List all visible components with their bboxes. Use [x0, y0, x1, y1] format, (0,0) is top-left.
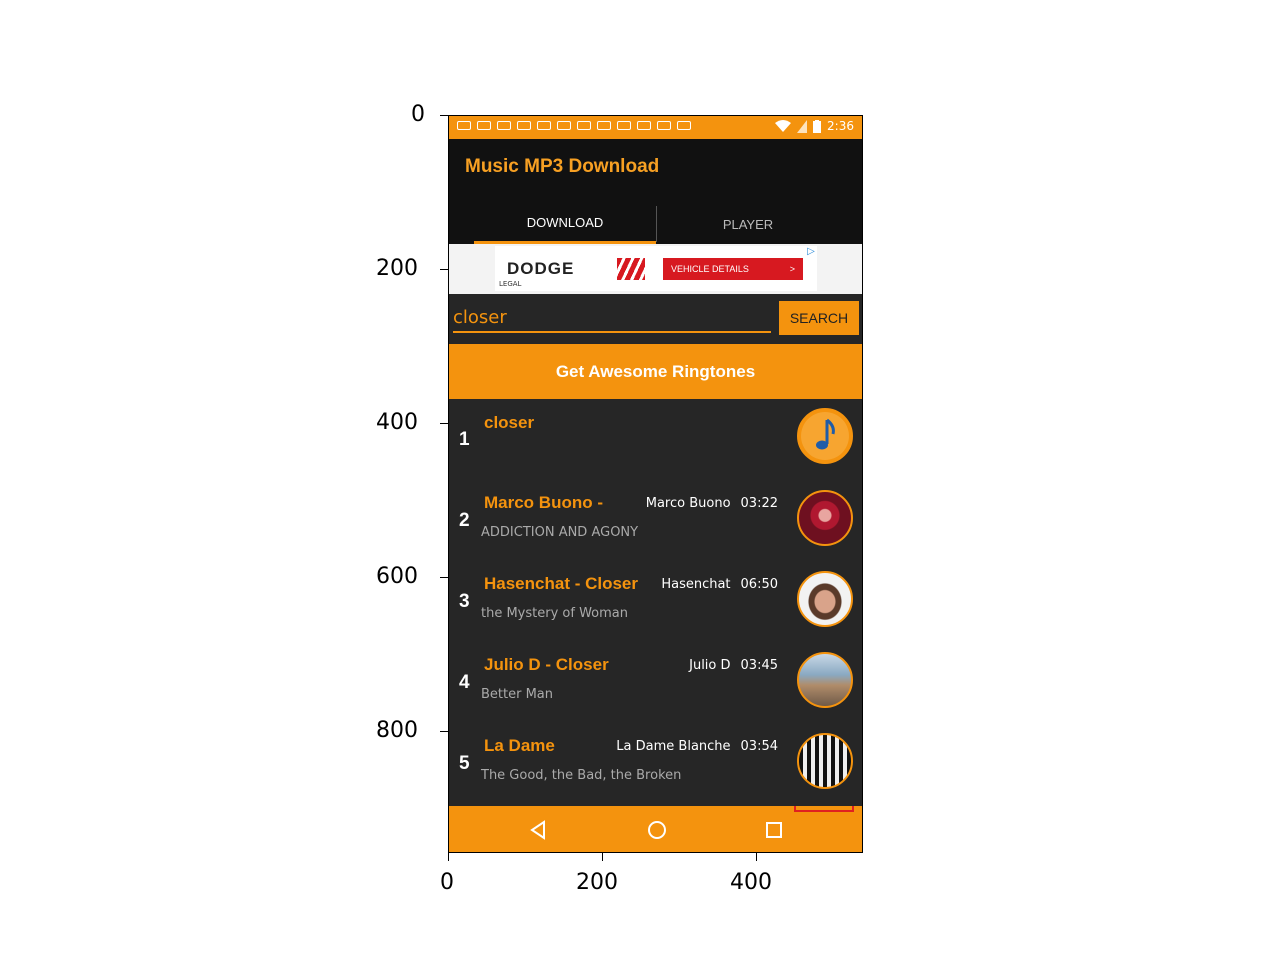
album-art-thumbnail [797, 733, 853, 789]
search-bar: SEARCH [449, 294, 862, 344]
album-art-thumbnail [797, 571, 853, 627]
y-tick-200 [440, 269, 448, 270]
item-album: The Good, the Bad, the Broken [481, 768, 682, 783]
y-tick-label: 600 [376, 564, 418, 589]
ad-choices-icon[interactable]: ▷ [805, 246, 817, 258]
get-ringtones-button[interactable]: Get Awesome Ringtones [449, 344, 862, 399]
status-bar: 2:36 [449, 116, 862, 139]
y-tick-600 [440, 577, 448, 578]
x-tick-400 [756, 853, 757, 861]
item-title: Marco Buono - [484, 493, 603, 512]
ad-legal: LEGAL [499, 280, 522, 288]
item-duration: 03:22 [740, 496, 778, 511]
item-number: 1 [459, 429, 470, 450]
list-item[interactable]: 1 closer [449, 399, 862, 479]
x-tick-label: 400 [730, 870, 772, 895]
tab-player[interactable]: PLAYER [657, 204, 839, 244]
item-title: Hasenchat - Closer [484, 574, 638, 593]
album-art-thumbnail [797, 652, 853, 708]
search-button[interactable]: SEARCH [779, 301, 859, 335]
item-artist: Hasenchat [661, 577, 731, 592]
item-number: 2 [459, 510, 470, 531]
item-title: La Dame [484, 736, 555, 755]
item-album: Better Man [481, 687, 554, 702]
item-album: ADDICTION AND AGONY [481, 525, 639, 540]
ad-button-arrow: > [789, 264, 795, 274]
x-tick-0 [448, 853, 449, 861]
item-artist: La Dame Blanche [616, 739, 731, 754]
phone-screen: 2:36 Music MP3 Download DOWNLOAD PLAYER … [448, 115, 863, 853]
results-list: 1 closer 2 Marco Buono - Marco Buono 03:2… [449, 399, 862, 806]
list-item[interactable]: 3 Hasenchat - Closer Hasenchat 06:50 the … [449, 561, 862, 641]
search-input[interactable] [453, 303, 771, 333]
item-meta: Julio D 03:45 [689, 658, 778, 673]
app-bar: Music MP3 Download DOWNLOAD PLAYER [449, 139, 862, 244]
back-icon[interactable] [527, 818, 551, 842]
wifi-icon [775, 120, 792, 132]
item-number: 4 [459, 672, 470, 693]
signal-icon [797, 119, 808, 133]
highlight-marker [794, 806, 854, 812]
system-nav-bar [449, 806, 862, 852]
list-item[interactable]: 5 La Dame La Dame Blanche 03:54 The Good,… [449, 723, 862, 803]
list-item[interactable]: 4 Julio D - Closer Julio D 03:45 Better M… [449, 642, 862, 722]
item-number: 3 [459, 591, 470, 612]
album-art-thumbnail [797, 490, 853, 546]
y-tick-label: 200 [376, 256, 418, 281]
y-tick-label: 800 [376, 718, 418, 743]
item-artist: Marco Buono [645, 496, 731, 511]
item-number: 5 [459, 753, 470, 774]
y-tick-0 [440, 115, 448, 116]
item-duration: 03:54 [740, 739, 778, 754]
ad-button-label: VEHICLE DETAILS [671, 264, 749, 274]
item-meta: La Dame Blanche 03:54 [616, 739, 778, 754]
item-album: the Mystery of Woman [481, 606, 628, 621]
list-item[interactable]: 2 Marco Buono - Marco Buono 03:22 ADDICTI… [449, 480, 862, 560]
item-duration: 06:50 [740, 577, 778, 592]
item-meta: Hasenchat 06:50 [661, 577, 778, 592]
ad-vehicle-details-button[interactable]: VEHICLE DETAILS > [663, 258, 803, 280]
ad-banner[interactable]: DODGE LEGAL VEHICLE DETAILS > ▷ [449, 244, 862, 294]
battery-icon [813, 119, 822, 133]
y-tick-label: 0 [411, 102, 425, 127]
dodge-stripe-logo [617, 258, 645, 280]
recents-icon[interactable] [762, 818, 786, 842]
item-title: closer [484, 413, 535, 432]
ad-brand: DODGE [507, 259, 575, 278]
item-meta: Marco Buono 03:22 [646, 496, 778, 511]
music-note-icon [797, 408, 853, 464]
x-tick-200 [602, 853, 603, 861]
home-icon[interactable] [645, 818, 669, 842]
x-tick-label: 200 [576, 870, 618, 895]
status-time: 2:36 [827, 119, 854, 133]
item-artist: Julio D [689, 658, 731, 673]
y-tick-400 [440, 423, 448, 424]
app-title: Music MP3 Download [465, 156, 660, 177]
tab-download[interactable]: DOWNLOAD [474, 204, 656, 244]
ad-creative[interactable]: DODGE LEGAL VEHICLE DETAILS > ▷ [495, 246, 817, 291]
notification-icons [457, 121, 691, 130]
tab-bar: DOWNLOAD PLAYER [474, 204, 862, 244]
x-tick-label: 0 [440, 870, 454, 895]
y-tick-800 [440, 731, 448, 732]
y-tick-label: 400 [376, 410, 418, 435]
item-title: Julio D - Closer [484, 655, 609, 674]
item-duration: 03:45 [740, 658, 778, 673]
